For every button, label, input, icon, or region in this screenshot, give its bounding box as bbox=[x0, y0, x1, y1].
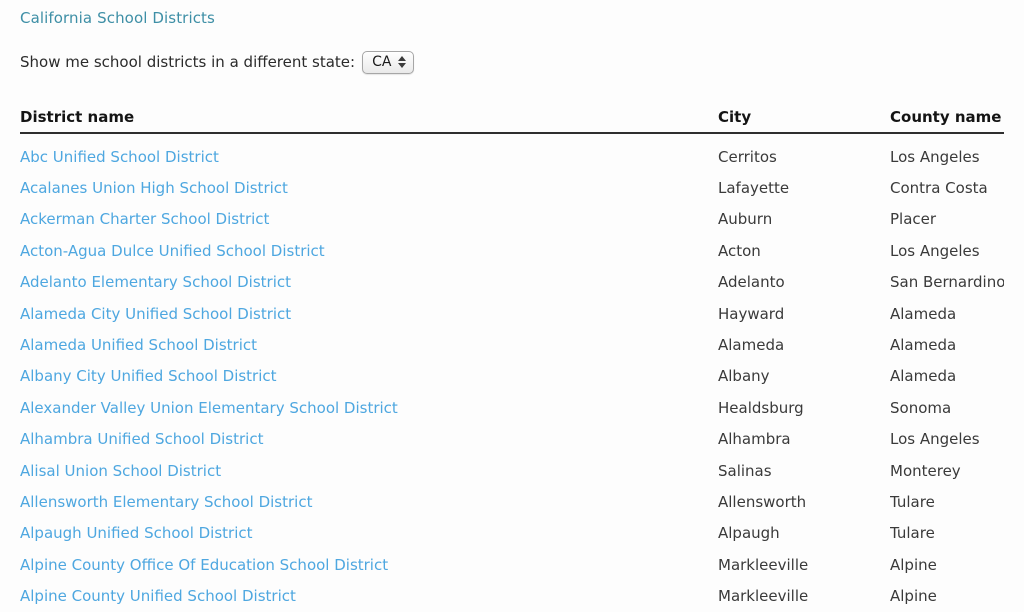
district-link[interactable]: Albany City Unified School District bbox=[20, 367, 277, 385]
cell-county-name: Tulare bbox=[890, 492, 935, 511]
cell-district-name: Alpine County Office Of Education School… bbox=[20, 549, 718, 580]
page-title: California School Districts bbox=[20, 9, 215, 27]
cell-district-name: Alameda Unified School District bbox=[20, 329, 718, 360]
cell-county-name: San Bernardino bbox=[890, 273, 1004, 292]
cell-county-name: Sonoma bbox=[890, 398, 952, 417]
table-row: Alpine County Unified School District Mar… bbox=[20, 580, 1004, 611]
cell-county-name: Los Angeles bbox=[890, 241, 980, 260]
state-select[interactable]: CA bbox=[362, 50, 415, 74]
cell-district-name: Abc Unified School District bbox=[20, 133, 718, 172]
district-link[interactable]: Alpine County Unified School District bbox=[20, 587, 296, 605]
column-header-county-name: County name bbox=[890, 108, 1004, 134]
cell-county-name: Los Angeles bbox=[890, 147, 980, 166]
cell-district-name: Alpaugh Unified School District bbox=[20, 518, 718, 549]
table-row: Alhambra Unified School District Alhambra… bbox=[20, 424, 1004, 455]
table-row: Acalanes Union High School District Lafay… bbox=[20, 172, 1004, 203]
table-row: Alpaugh Unified School District Alpaugh Tu… bbox=[20, 518, 1004, 549]
district-link[interactable]: Alhambra Unified School District bbox=[20, 430, 263, 448]
cell-city: Alhambra bbox=[718, 430, 791, 449]
cell-district-name: Acton-Agua Dulce Unified School District bbox=[20, 235, 718, 266]
district-link[interactable]: Alameda City Unified School District bbox=[20, 305, 291, 323]
table-row: Allensworth Elementary School District Al… bbox=[20, 486, 1004, 517]
cell-city: Alpaugh bbox=[718, 524, 780, 543]
cell-city: Hayward bbox=[718, 304, 785, 323]
cell-county-name: Alpine bbox=[890, 587, 937, 606]
cell-city: Albany bbox=[718, 367, 770, 386]
table-row: Adelanto Elementary School District Adela… bbox=[20, 267, 1004, 298]
cell-county-name: Alpine bbox=[890, 555, 937, 574]
district-link[interactable]: Alexander Valley Union Elementary School… bbox=[20, 399, 398, 417]
cell-city: Acton bbox=[718, 241, 761, 260]
district-link[interactable]: Alpine County Office Of Education School… bbox=[20, 556, 388, 574]
cell-county-name: Los Angeles bbox=[890, 430, 980, 449]
district-link[interactable]: Abc Unified School District bbox=[20, 148, 219, 166]
districts-table-body: Abc Unified School District Cerritos Los A… bbox=[20, 133, 1004, 612]
cell-district-name: Albany City Unified School District bbox=[20, 361, 718, 392]
table-row: Alisal Union School District Salinas Monte… bbox=[20, 455, 1004, 486]
cell-city: Healdsburg bbox=[718, 398, 804, 417]
page-container: California School Districts Show me scho… bbox=[0, 0, 1024, 612]
cell-district-name: Alameda City Unified School District bbox=[20, 298, 718, 329]
cell-city: Markleeville bbox=[718, 555, 809, 574]
cell-county-name: Tulare bbox=[890, 524, 935, 543]
state-selector-form: Show me school districts in a different … bbox=[20, 49, 1004, 75]
table-row: Alpine County Office Of Education School… bbox=[20, 549, 1004, 580]
cell-district-name: Acalanes Union High School District bbox=[20, 172, 718, 203]
state-selector-label: Show me school districts in a different … bbox=[20, 53, 356, 71]
table-row: Albany City Unified School District Alban… bbox=[20, 361, 1004, 392]
triangle-down-icon[interactable] bbox=[398, 63, 407, 68]
district-link[interactable]: Allensworth Elementary School District bbox=[20, 493, 312, 511]
cell-county-name: Placer bbox=[890, 210, 937, 229]
district-link[interactable]: Acton-Agua Dulce Unified School District bbox=[20, 242, 325, 260]
table-row: Alameda City Unified School District Hayw… bbox=[20, 298, 1004, 329]
cell-district-name: Alhambra Unified School District bbox=[20, 424, 718, 455]
cell-district-name: Allensworth Elementary School District bbox=[20, 486, 718, 517]
districts-table: District name City County name Abc Unifi… bbox=[20, 108, 1004, 612]
cell-city: Allensworth bbox=[718, 492, 807, 511]
cell-city: Auburn bbox=[718, 210, 773, 229]
state-select-stepper[interactable] bbox=[398, 54, 407, 71]
table-row: Abc Unified School District Cerritos Los A… bbox=[20, 133, 1004, 172]
cell-county-name: Alameda bbox=[890, 367, 957, 386]
state-select-value: CA bbox=[372, 54, 392, 70]
table-row: Alexander Valley Union Elementary School… bbox=[20, 392, 1004, 423]
table-row: Alameda Unified School District Alameda Al… bbox=[20, 329, 1004, 360]
table-header-row: District name City County name bbox=[20, 108, 1004, 134]
cell-city: Markleeville bbox=[718, 587, 809, 606]
cell-city: Cerritos bbox=[718, 147, 777, 166]
cell-district-name: Ackerman Charter School District bbox=[20, 204, 718, 235]
triangle-up-icon[interactable] bbox=[398, 56, 407, 61]
cell-district-name: Alisal Union School District bbox=[20, 455, 718, 486]
cell-city: Adelanto bbox=[718, 273, 785, 292]
district-link[interactable]: Acalanes Union High School District bbox=[20, 179, 288, 197]
table-row: Ackerman Charter School District Auburn Pl… bbox=[20, 204, 1004, 235]
cell-county-name: Contra Costa bbox=[890, 179, 988, 198]
district-link[interactable]: Ackerman Charter School District bbox=[20, 210, 269, 228]
cell-county-name: Alameda bbox=[890, 304, 957, 323]
cell-city: Lafayette bbox=[718, 179, 790, 198]
cell-city: Alameda bbox=[718, 336, 785, 355]
cell-county-name: Monterey bbox=[890, 461, 961, 480]
column-header-city: City bbox=[718, 108, 890, 134]
cell-district-name: Alpine County Unified School District bbox=[20, 580, 718, 611]
cell-city: Salinas bbox=[718, 461, 772, 480]
cell-district-name: Adelanto Elementary School District bbox=[20, 267, 718, 298]
district-link[interactable]: Alameda Unified School District bbox=[20, 336, 257, 354]
cell-district-name: Alexander Valley Union Elementary School… bbox=[20, 392, 718, 423]
cell-county-name: Alameda bbox=[890, 336, 957, 355]
district-link[interactable]: Alisal Union School District bbox=[20, 462, 221, 480]
district-link[interactable]: Alpaugh Unified School District bbox=[20, 524, 253, 542]
district-link[interactable]: Adelanto Elementary School District bbox=[20, 273, 291, 291]
table-row: Acton-Agua Dulce Unified School District… bbox=[20, 235, 1004, 266]
column-header-district-name: District name bbox=[20, 108, 718, 134]
